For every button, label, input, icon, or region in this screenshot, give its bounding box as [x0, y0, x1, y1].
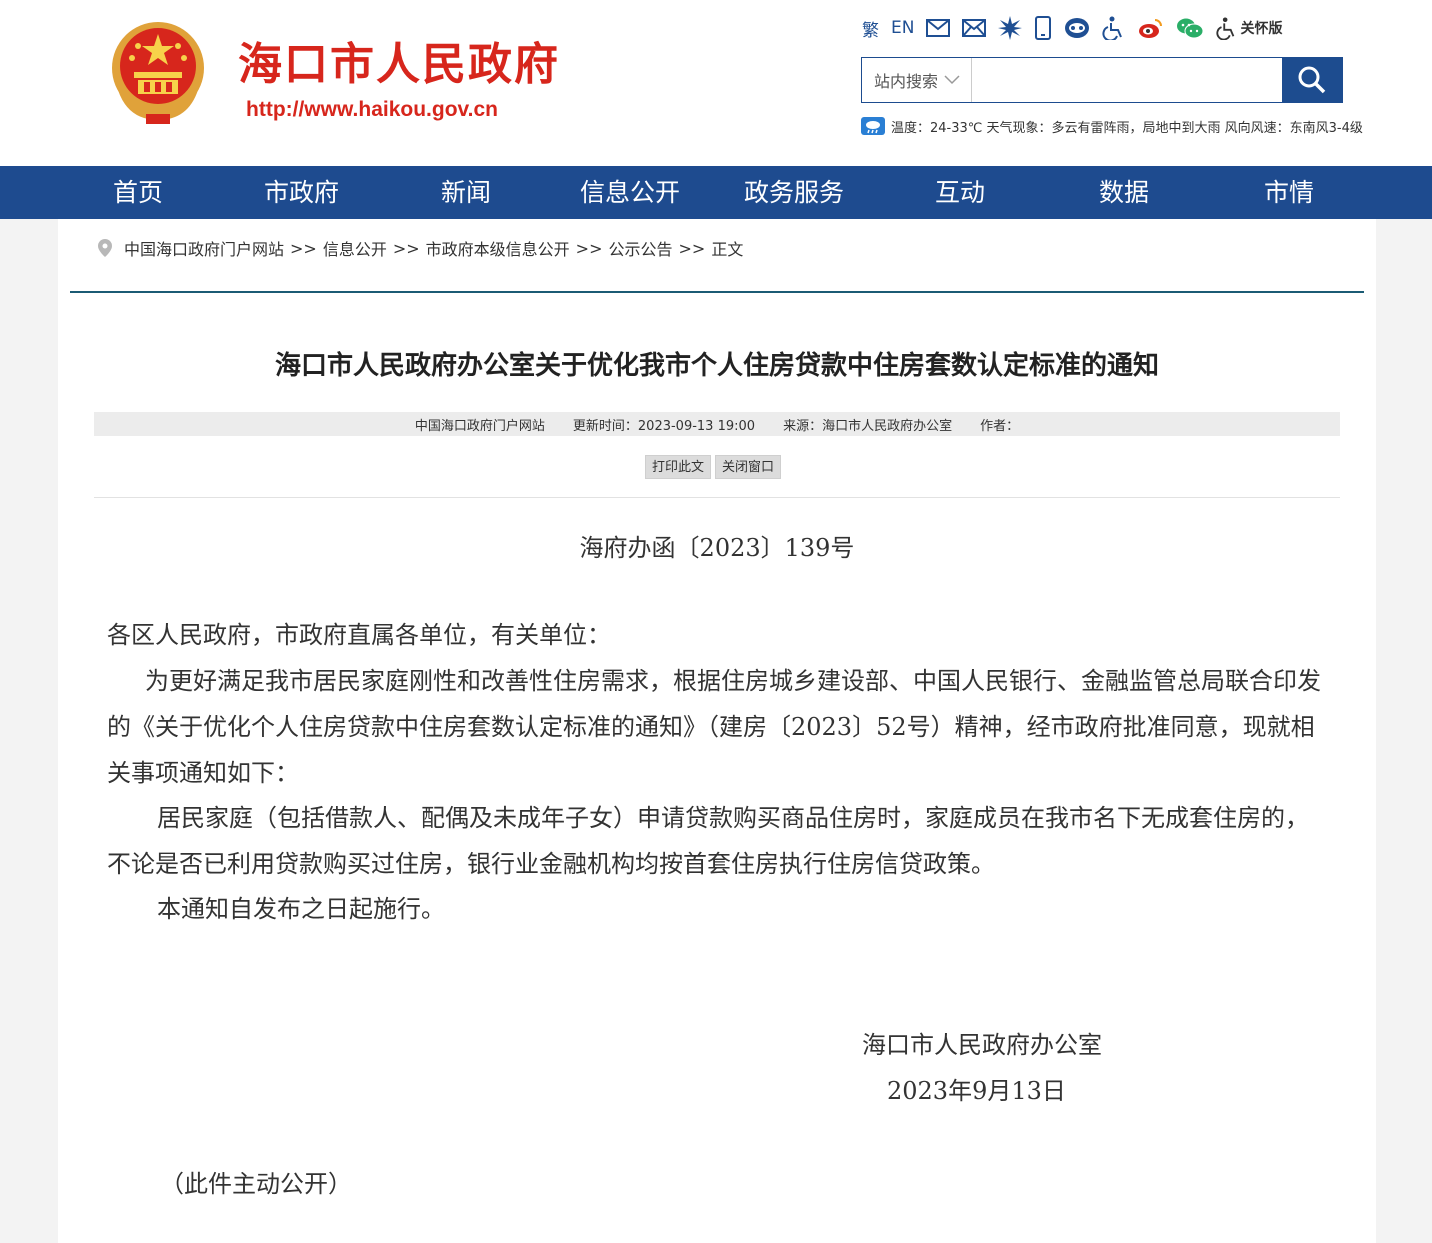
breadcrumb-city-level[interactable]: 市政府本级信息公开 [426, 236, 570, 260]
breadcrumb: 中国海口政府门户网站 >> 信息公开 >> 市政府本级信息公开 >> 公示公告 … [98, 236, 743, 260]
meta-updated: 更新时间：2023-09-13 19:00 [572, 418, 756, 434]
meta-site: 中国海口政府门户网站 [414, 418, 545, 434]
mobile-icon[interactable] [1034, 14, 1052, 42]
top-toolbar: 繁 EN 关怀版 [862, 14, 1294, 42]
issue-date: 2023年9月13日 [887, 1077, 1066, 1105]
breadcrumb-separator: >> [575, 238, 603, 258]
star-sun-icon[interactable] [998, 14, 1023, 42]
breadcrumb-separator: >> [392, 238, 420, 258]
breadcrumb-current: 正文 [711, 240, 744, 259]
nav-item-interaction[interactable]: 互动 [935, 166, 985, 219]
national-emblem-logo [108, 20, 208, 124]
search-button[interactable] [1282, 58, 1342, 102]
article-actions: 打印此文 关闭窗口 [645, 455, 782, 479]
search-scope-select[interactable]: 站内搜索 [862, 58, 972, 102]
breadcrumb-separator: >> [290, 238, 317, 258]
nav-item-gov-services[interactable]: 政务服务 [744, 166, 844, 219]
location-pin-icon [98, 239, 112, 257]
nav-item-home[interactable]: 首页 [113, 166, 163, 219]
search-scope-label: 站内搜索 [874, 72, 939, 91]
main-nav: 首页 市政府 新闻 信息公开 政务服务 互动 数据 市情 [0, 166, 1432, 219]
care-mode-button[interactable]: 关怀版 [1216, 14, 1282, 42]
nav-item-info-disclosure[interactable]: 信息公开 [580, 166, 680, 219]
nav-item-data[interactable]: 数据 [1099, 166, 1149, 219]
site-url[interactable]: http://www.haikou.gov.cn [246, 98, 498, 122]
care-mode-icon [1216, 17, 1235, 40]
search-icon [1298, 66, 1326, 94]
chevron-down-icon [944, 75, 960, 85]
breadcrumb-info-disclosure[interactable]: 信息公开 [323, 236, 387, 260]
weather-text: 温度：24-33℃ 天气现象：多云有雷阵雨，局地中到大雨 风向风速：东南风3-4… [891, 121, 1363, 136]
weather-rain-icon [861, 117, 885, 141]
weather-info: 温度：24-33℃ 天气现象：多云有雷阵雨，局地中到大雨 风向风速：东南风3-4… [861, 117, 1381, 141]
breadcrumb-announcements[interactable]: 公示公告 [608, 236, 672, 260]
paragraph-2: 居民家庭（包括借款人、配偶及未成年子女）申请贷款购买商品住房时，家庭成员在我市名… [107, 804, 1309, 878]
meta-source: 来源：海口市人民政府办公室 [783, 418, 953, 434]
nav-item-city-info[interactable]: 市情 [1264, 166, 1314, 219]
document-number: 海府办函〔2023〕139号 [579, 534, 855, 562]
paragraph-3: 本通知自发布之日起施行。 [157, 895, 445, 923]
print-button[interactable]: 打印此文 [645, 455, 712, 479]
article-title: 海口市人民政府办公室关于优化我市个人住房贷款中住房套数认定标准的通知 [274, 351, 1159, 381]
nav-item-news[interactable]: 新闻 [441, 166, 491, 219]
signer: 海口市人民政府办公室 [862, 1031, 1102, 1059]
site-header: 海口市人民政府 http://www.haikou.gov.cn 繁 EN 关怀… [0, 0, 1432, 166]
divider [94, 497, 1340, 498]
care-mode-label: 关怀版 [1240, 21, 1283, 37]
paragraph-1: 为更好满足我市居民家庭刚性和改善性住房需求，根据住房城乡建设部、中国人民银行、金… [107, 667, 1321, 787]
envelope-icon[interactable] [962, 14, 987, 42]
site-title: 海口市人民政府 [238, 39, 560, 90]
weibo-icon[interactable] [1138, 14, 1164, 42]
robot-icon[interactable] [1064, 14, 1090, 42]
accessibility-icon[interactable] [1102, 14, 1126, 42]
wechat-icon[interactable] [1176, 14, 1204, 42]
divider [70, 291, 1364, 293]
traditional-chinese-link[interactable]: 繁 [862, 14, 879, 42]
salutation: 各区人民政府，市政府直属各单位，有关单位： [107, 621, 611, 649]
article-meta: 中国海口政府门户网站 更新时间：2023-09-13 19:00 来源：海口市人… [94, 412, 1340, 436]
close-window-button[interactable]: 关闭窗口 [715, 455, 782, 479]
nav-item-government[interactable]: 市政府 [264, 166, 339, 219]
mail-icon[interactable] [926, 14, 951, 42]
english-link[interactable]: EN [891, 14, 914, 42]
search-input[interactable] [972, 58, 1282, 102]
breadcrumb-separator: >> [678, 238, 706, 258]
public-note: （此件主动公开） [160, 1170, 352, 1198]
site-search: 站内搜索 [861, 57, 1343, 103]
breadcrumb-home[interactable]: 中国海口政府门户网站 [124, 236, 284, 260]
meta-author: 作者： [980, 418, 1020, 434]
